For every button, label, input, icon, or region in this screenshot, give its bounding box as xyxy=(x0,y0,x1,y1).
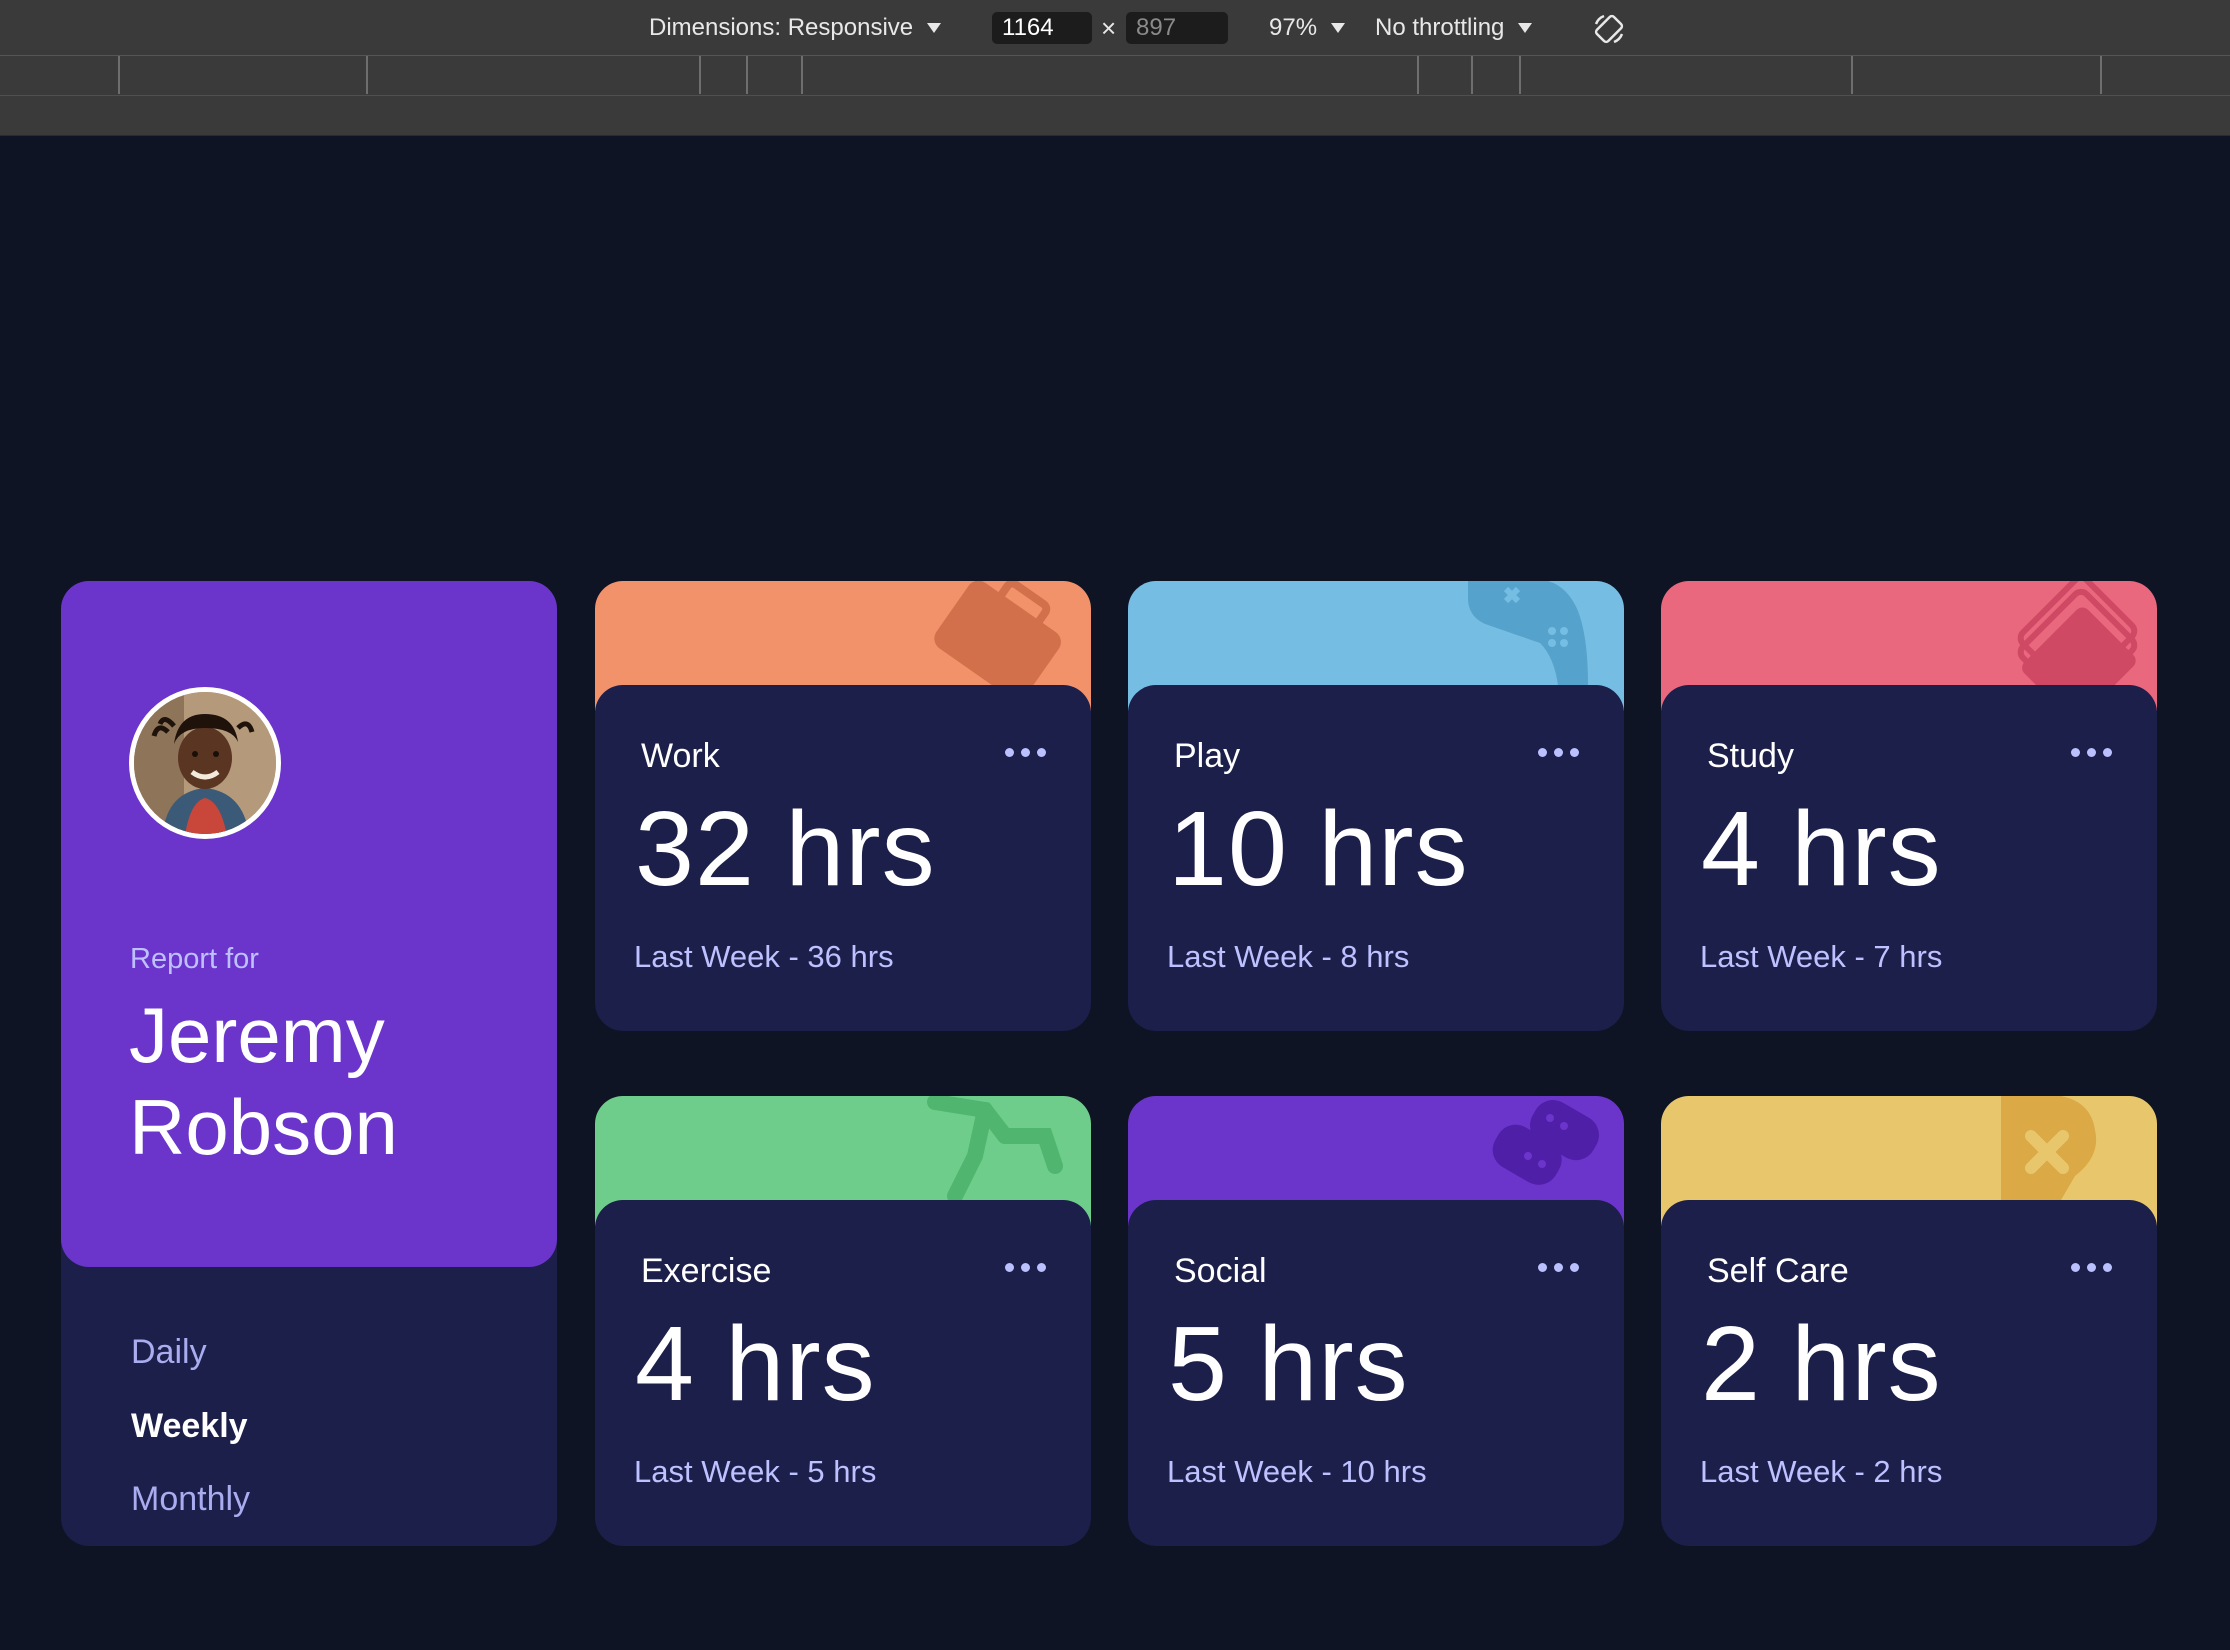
zoom-dropdown[interactable]: 97% xyxy=(1269,0,1346,56)
ellipsis-icon[interactable] xyxy=(1538,745,1582,759)
avatar-image xyxy=(134,692,276,834)
ruler-tick[interactable] xyxy=(2100,56,2102,94)
ellipsis-icon[interactable] xyxy=(1005,1260,1049,1274)
card-body[interactable]: Social 5 hrs Last Week - 10 hrs xyxy=(1128,1200,1624,1546)
briefcase-icon xyxy=(934,581,1061,685)
user-name: Jeremy Robson xyxy=(129,991,398,1171)
current-hours: 4 hrs xyxy=(635,1305,876,1423)
ellipsis-icon[interactable] xyxy=(2071,745,2115,759)
card-title: Self Care xyxy=(1707,1252,1849,1290)
ellipsis-icon[interactable] xyxy=(1005,745,1049,759)
report-for-label: Report for xyxy=(130,943,259,975)
activity-card-work: Work 32 hrs Last Week - 36 hrs xyxy=(595,581,1091,1031)
current-hours: 5 hrs xyxy=(1168,1305,1409,1423)
times-icon: × xyxy=(1101,12,1117,43)
time-tracking-dashboard: Report for Jeremy Robson Daily Weekly Mo… xyxy=(0,136,2230,1650)
ruler-tick[interactable] xyxy=(801,56,803,94)
current-hours: 2 hrs xyxy=(1701,1305,1942,1423)
card-body[interactable]: Study 4 hrs Last Week - 7 hrs xyxy=(1661,685,2157,1031)
book-icon xyxy=(2017,581,2138,685)
dimensions-label: Dimensions: Responsive xyxy=(649,14,914,41)
activity-card-social: Social 5 hrs Last Week - 10 hrs xyxy=(1128,1096,1624,1546)
activity-card-exercise: Exercise 4 hrs Last Week - 5 hrs xyxy=(595,1096,1091,1546)
chevron-down-icon xyxy=(1331,23,1346,33)
activity-card-study: Study 4 hrs Last Week - 7 hrs xyxy=(1661,581,2157,1031)
avatar xyxy=(129,687,281,839)
last-week-hours: Last Week - 8 hrs xyxy=(1167,939,1410,974)
dimensions-dropdown[interactable]: Dimensions: Responsive xyxy=(649,0,942,56)
card-body[interactable]: Exercise 4 hrs Last Week - 5 hrs xyxy=(595,1200,1091,1546)
activity-card-play: Play 10 hrs Last Week - 8 hrs xyxy=(1128,581,1624,1031)
card-body[interactable]: Self Care 2 hrs Last Week - 2 hrs xyxy=(1661,1200,2157,1546)
last-week-hours: Last Week - 2 hrs xyxy=(1700,1454,1943,1489)
ruler-tick[interactable] xyxy=(118,56,120,94)
profile-card: Report for Jeremy Robson Daily Weekly Mo… xyxy=(61,581,557,1546)
last-week-hours: Last Week - 36 hrs xyxy=(634,939,894,974)
ruler-tick[interactable] xyxy=(366,56,368,94)
period-monthly[interactable]: Monthly xyxy=(131,1480,250,1519)
current-hours: 32 hrs xyxy=(635,790,936,908)
current-hours: 4 hrs xyxy=(1701,790,1942,908)
card-title: Social xyxy=(1174,1252,1267,1290)
last-week-hours: Last Week - 10 hrs xyxy=(1167,1454,1427,1489)
gamepad-icon xyxy=(1468,581,1588,685)
ruler-tick[interactable] xyxy=(1519,56,1521,94)
activity-card-self-care: Self Care 2 hrs Last Week - 2 hrs xyxy=(1661,1096,2157,1546)
ruler-tick[interactable] xyxy=(1851,56,1853,94)
card-body[interactable]: Play 10 hrs Last Week - 8 hrs xyxy=(1128,685,1624,1031)
throttling-dropdown[interactable]: No throttling xyxy=(1375,0,1533,56)
chat-icon xyxy=(1492,1100,1599,1185)
heart-icon xyxy=(2001,1096,2097,1200)
zoom-label: 97% xyxy=(1269,14,1318,41)
card-title: Work xyxy=(641,737,720,775)
profile-header: Report for Jeremy Robson xyxy=(61,581,557,1267)
last-week-hours: Last Week - 5 hrs xyxy=(634,1454,877,1489)
width-input[interactable]: 1164 xyxy=(992,12,1092,44)
ruler-tick[interactable] xyxy=(699,56,701,94)
ruler-tick[interactable] xyxy=(1471,56,1473,94)
rotate-icon[interactable] xyxy=(1592,12,1626,46)
chevron-down-icon xyxy=(927,23,942,33)
period-daily[interactable]: Daily xyxy=(131,1333,207,1372)
devtools-toolbar: Dimensions: Responsive 1164 × 897 97% No… xyxy=(0,0,2230,56)
ruler-tick[interactable] xyxy=(1417,56,1419,94)
ellipsis-icon[interactable] xyxy=(1538,1260,1582,1274)
last-week-hours: Last Week - 7 hrs xyxy=(1700,939,1943,974)
card-title: Play xyxy=(1174,737,1241,775)
height-input[interactable]: 897 xyxy=(1126,12,1228,44)
media-query-ruler xyxy=(0,56,2230,96)
card-title: Study xyxy=(1707,737,1794,775)
period-weekly[interactable]: Weekly xyxy=(131,1407,248,1446)
ruler-track xyxy=(0,96,2230,136)
ellipsis-icon[interactable] xyxy=(2071,1260,2115,1274)
runner-icon xyxy=(927,1096,1063,1200)
card-body[interactable]: Work 32 hrs Last Week - 36 hrs xyxy=(595,685,1091,1031)
chevron-down-icon xyxy=(1518,23,1533,33)
card-title: Exercise xyxy=(641,1252,772,1290)
ruler-tick[interactable] xyxy=(746,56,748,94)
current-hours: 10 hrs xyxy=(1168,790,1469,908)
throttling-label: No throttling xyxy=(1375,14,1505,41)
